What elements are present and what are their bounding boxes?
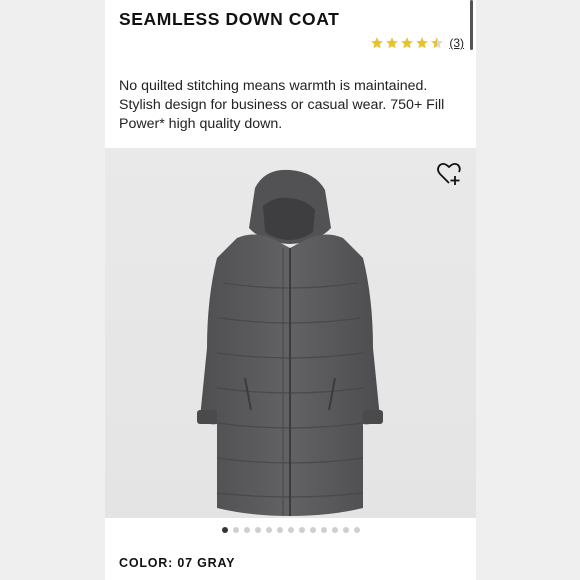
carousel-indicators[interactable] xyxy=(105,527,476,533)
product-rating[interactable]: (3) xyxy=(370,36,464,50)
carousel-dot[interactable] xyxy=(287,527,294,533)
star-icon xyxy=(371,37,384,49)
color-label: COLOR: 07 GRAY xyxy=(119,556,236,570)
star-icon xyxy=(401,37,414,49)
right-margin xyxy=(475,0,580,580)
star-icon xyxy=(416,37,429,49)
carousel-dot[interactable] xyxy=(353,527,360,533)
carousel-dot[interactable] xyxy=(254,527,261,533)
carousel-dot[interactable] xyxy=(298,527,305,533)
coat-image xyxy=(197,169,383,516)
product-title: SEAMLESS DOWN COAT xyxy=(119,9,340,29)
product-description: No quilted stitching means warmth is mai… xyxy=(119,78,445,132)
product-image[interactable] xyxy=(105,148,476,518)
carousel-dot[interactable] xyxy=(243,527,250,533)
carousel-dot[interactable] xyxy=(221,527,228,533)
star-icon xyxy=(386,37,399,49)
rating-stars xyxy=(370,36,444,50)
carousel-dot[interactable] xyxy=(309,527,316,533)
star-icon xyxy=(431,37,444,49)
carousel-dot[interactable] xyxy=(342,527,349,533)
carousel-dot[interactable] xyxy=(331,527,338,533)
carousel-dot[interactable] xyxy=(265,527,272,533)
heart-plus-icon[interactable] xyxy=(436,161,462,187)
product-card: SEAMLESS DOWN COAT (3) No quilted stitch… xyxy=(105,0,476,580)
scrollbar[interactable] xyxy=(470,0,473,50)
carousel-dot[interactable] xyxy=(320,527,327,533)
review-count-link[interactable]: (3) xyxy=(449,36,464,50)
left-margin xyxy=(0,0,105,580)
carousel-dot[interactable] xyxy=(232,527,239,533)
carousel-dot[interactable] xyxy=(276,527,283,533)
